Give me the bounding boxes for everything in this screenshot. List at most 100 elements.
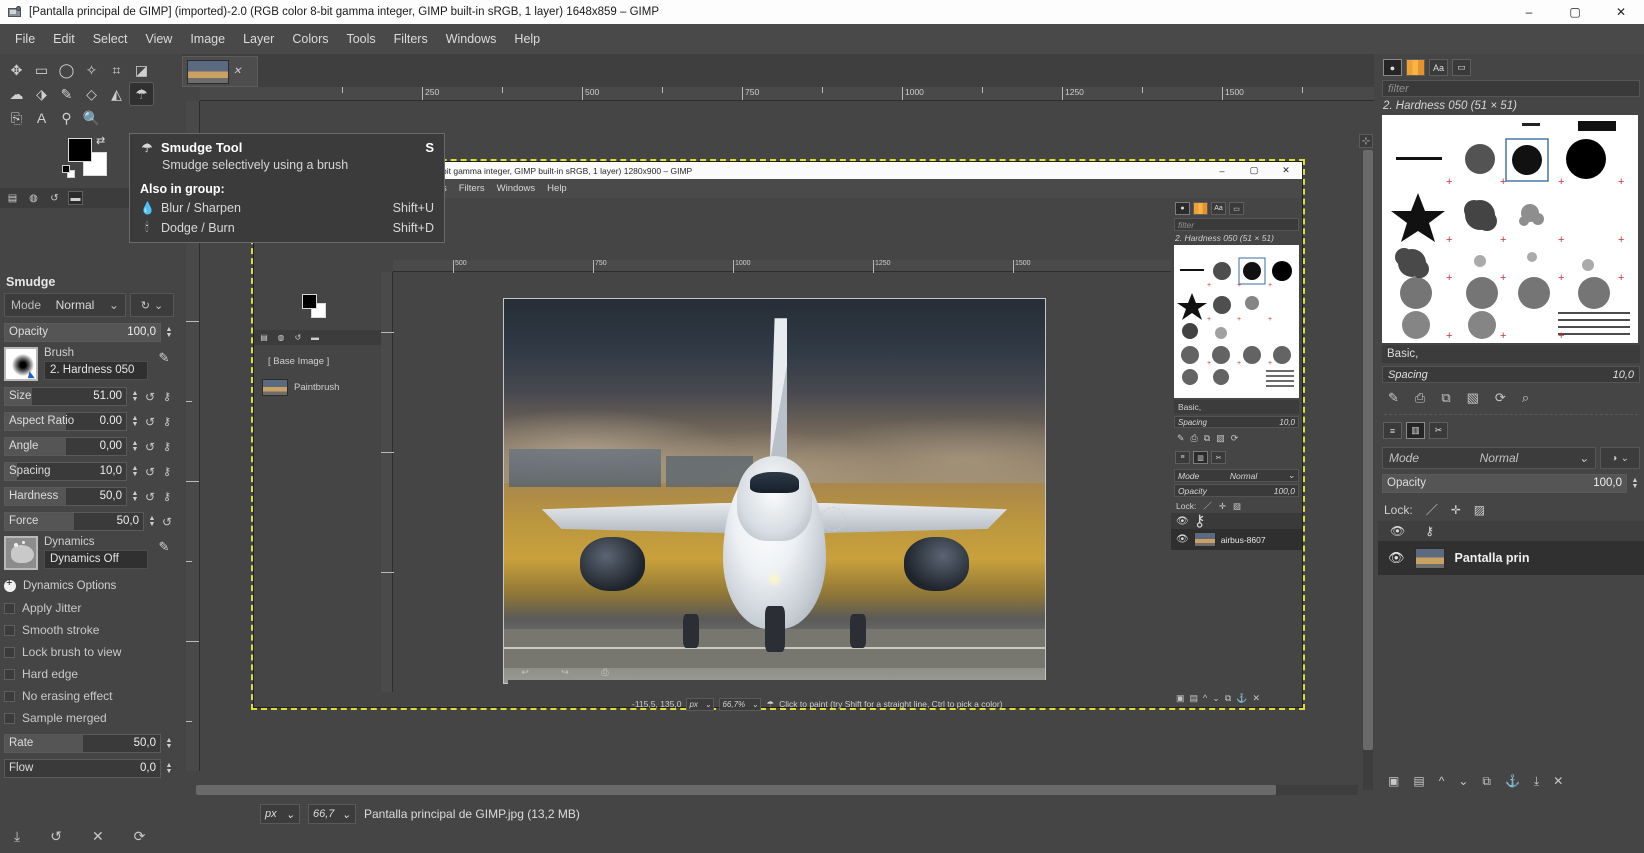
inner-spacing-slider[interactable]: Spacing 10,0 <box>1174 416 1299 428</box>
close-button[interactable]: ✕ <box>1598 0 1644 24</box>
dynamics-name-field[interactable]: Dynamics Off <box>44 550 148 569</box>
aspect-ratio-slider[interactable]: Aspect Ratio 0.00 <box>4 412 127 431</box>
delete-brush-icon[interactable]: ▧ <box>1467 390 1479 406</box>
paint-dynamics-button[interactable]: ↻ ⌄ <box>130 293 174 317</box>
spacing-stepper[interactable]: ▲▼ <box>130 462 140 481</box>
menu-select[interactable]: Select <box>84 28 137 50</box>
menu-image[interactable]: Image <box>181 28 234 50</box>
move-tool-icon[interactable]: ✥ <box>4 58 29 82</box>
brush-spacing-slider[interactable]: Spacing 10,0 <box>1382 366 1640 383</box>
clone-tool-icon[interactable]: ⎘ <box>4 106 29 130</box>
lock-brush-to-view-option[interactable]: Lock brush to view <box>4 641 174 663</box>
menu-filters[interactable]: Filters <box>385 28 437 50</box>
inner-print-button-icon[interactable]: ⎙ <box>598 666 612 678</box>
inner-menu-help[interactable]: Help <box>547 183 567 194</box>
inner-delete-layer-icon[interactable]: ✕ <box>1252 693 1260 704</box>
lock-position-icon[interactable]: ✛ <box>1451 503 1461 517</box>
spacing-reset-icon[interactable]: ↺ <box>143 462 157 481</box>
force-stepper[interactable]: ▲▼ <box>147 512 157 531</box>
menu-help[interactable]: Help <box>505 28 549 50</box>
inner-foreground-color-swatch[interactable] <box>302 294 317 309</box>
swap-colors-icon[interactable]: ⇄ <box>96 134 105 147</box>
opacity-slider[interactable]: Opacity 100,0 <box>4 323 161 342</box>
brush-name-field[interactable]: 2. Hardness 050 <box>44 361 148 380</box>
raise-layer-icon[interactable]: ^ <box>1439 774 1445 788</box>
document-history-tab-icon[interactable]: ▭ <box>1452 59 1471 76</box>
brushes-grid[interactable]: ++++ ++++ ++++ +++ <box>1382 115 1638 343</box>
inner-lock-alpha-icon[interactable]: ▨ <box>1233 501 1241 512</box>
inner-horizontal-ruler[interactable]: 500 750 1000 1250 1500 <box>393 260 1171 272</box>
inner-new-brush-icon[interactable]: ⎙ <box>1191 433 1198 444</box>
brush-preview[interactable]: ◣ <box>4 347 38 381</box>
hard-edge-option[interactable]: Hard edge <box>4 663 174 685</box>
spacing-slider[interactable]: Spacing 10,0 <box>4 462 127 481</box>
image-tab[interactable]: ✕ <box>182 56 258 87</box>
force-reset-icon[interactable]: ↺ <box>160 512 174 531</box>
aspect-ratio-reset-icon[interactable]: ↺ <box>143 412 157 431</box>
zoom-tool-icon[interactable]: 🔍 <box>79 106 104 130</box>
close-icon[interactable]: ✕ <box>233 66 241 77</box>
apply-jitter-checkbox[interactable] <box>4 603 15 614</box>
paintbrush-tool-icon[interactable]: ✎ <box>54 82 79 106</box>
inner-brushes-grid[interactable]: +++ +++ +++ <box>1174 245 1299 398</box>
lock-pixels-icon[interactable]: ／ <box>1426 501 1438 518</box>
hardness-stepper[interactable]: ▲▼ <box>130 487 140 506</box>
layer-row[interactable]: 👁 Pantalla prin <box>1378 541 1644 575</box>
inner-brush-filter-input[interactable]: filter <box>1174 218 1299 231</box>
warp-transform-tool-icon[interactable]: ☁ <box>4 82 29 106</box>
inner-layer-opacity-slider[interactable]: Opacity 100,0 <box>1174 484 1299 497</box>
inner-lock-position-icon[interactable]: ✛ <box>1219 501 1226 512</box>
canvas-horizontal-scrollbar[interactable] <box>196 785 1358 795</box>
fuzzy-select-tool-icon[interactable]: ✧ <box>79 58 104 82</box>
menu-windows[interactable]: Windows <box>437 28 506 50</box>
paint-mode-select[interactable]: Mode Normal ⌄ <box>4 293 126 317</box>
inner-undo-button-icon[interactable]: ↩ <box>518 666 532 678</box>
no-erasing-effect-option[interactable]: No erasing effect <box>4 685 174 707</box>
undo-history-item-paintbrush[interactable]: Paintbrush <box>254 374 381 400</box>
size-reset-icon[interactable]: ↺ <box>143 387 157 406</box>
brush-options-icon[interactable]: ⌕ <box>1522 390 1529 406</box>
aspect-ratio-stepper[interactable]: ▲▼ <box>130 412 140 431</box>
force-slider[interactable]: Force 50,0 <box>4 512 144 531</box>
refresh-brushes-icon[interactable]: ⟳ <box>1495 390 1506 406</box>
layer-opacity-stepper[interactable]: ▲▼ <box>1630 474 1640 493</box>
new-group-icon[interactable]: ▤ <box>1413 774 1424 788</box>
brushes-tab-icon[interactable]: ● <box>1383 59 1402 76</box>
tooltip-item-dodge-burn[interactable]: 🕯 Dodge / Burn Shift+D <box>140 220 434 235</box>
aspect-ratio-link-icon[interactable]: ⚷ <box>160 412 174 431</box>
rate-slider[interactable]: Rate 50,0 <box>4 734 161 753</box>
menu-tools[interactable]: Tools <box>337 28 384 50</box>
unit-select[interactable]: px ⌄ <box>260 804 300 824</box>
layer-visibility-icon[interactable]: 👁 <box>1388 550 1405 566</box>
inner-document-history-tab-icon[interactable]: ▭ <box>1229 202 1244 215</box>
rectangle-select-tool-icon[interactable]: ▭ <box>29 58 54 82</box>
hardness-reset-icon[interactable]: ↺ <box>143 487 157 506</box>
tab-device-status-icon[interactable]: ◍ <box>26 191 41 205</box>
inner-layer-visibility-icon[interactable]: 👁 <box>1176 534 1189 545</box>
inner-raise-layer-icon[interactable]: ^ <box>1203 693 1207 703</box>
smooth-stroke-checkbox[interactable] <box>4 625 15 636</box>
reset-colors-icon[interactable] <box>62 165 75 178</box>
horizontal-ruler[interactable]: 250 500 750 1000 1250 1500 <box>200 87 1374 101</box>
inner-tab-device-status-icon[interactable]: ◍ <box>275 332 287 343</box>
angle-link-icon[interactable]: ⚷ <box>160 437 174 456</box>
zoom-select[interactable]: 66,7 ⌄ <box>308 804 356 824</box>
size-slider[interactable]: Size 51.00 <box>4 387 127 406</box>
color-picker-tool-icon[interactable]: ⚲ <box>54 106 79 130</box>
inner-tab-undo-history-icon[interactable]: ↺ <box>292 332 304 343</box>
undo-history-item-base[interactable]: [ Base Image ] <box>254 348 381 374</box>
menu-colors[interactable]: Colors <box>283 28 337 50</box>
save-options-icon[interactable]: ⤓ <box>14 828 20 845</box>
reset-options-icon[interactable]: ⟳ <box>134 828 146 845</box>
patterns-tab-icon[interactable] <box>1406 59 1425 76</box>
lower-layer-icon[interactable]: ⌄ <box>1458 774 1468 788</box>
dynamics-options-expander[interactable]: Dynamics Options <box>4 575 174 597</box>
inner-close-button[interactable]: ✕ <box>1270 162 1302 179</box>
menu-file[interactable]: File <box>6 28 44 50</box>
tab-tool-options-icon[interactable]: ▤ <box>5 191 20 205</box>
spacing-link-icon[interactable]: ⚷ <box>160 462 174 481</box>
dynamics-preview[interactable] <box>4 536 38 570</box>
inner-channels-tab-icon[interactable]: ▥ <box>1193 451 1208 464</box>
smudge-tool-icon[interactable]: ☂ <box>129 82 154 106</box>
layer-mode-switch-button[interactable]: ◑ ⌄ <box>1600 447 1640 469</box>
